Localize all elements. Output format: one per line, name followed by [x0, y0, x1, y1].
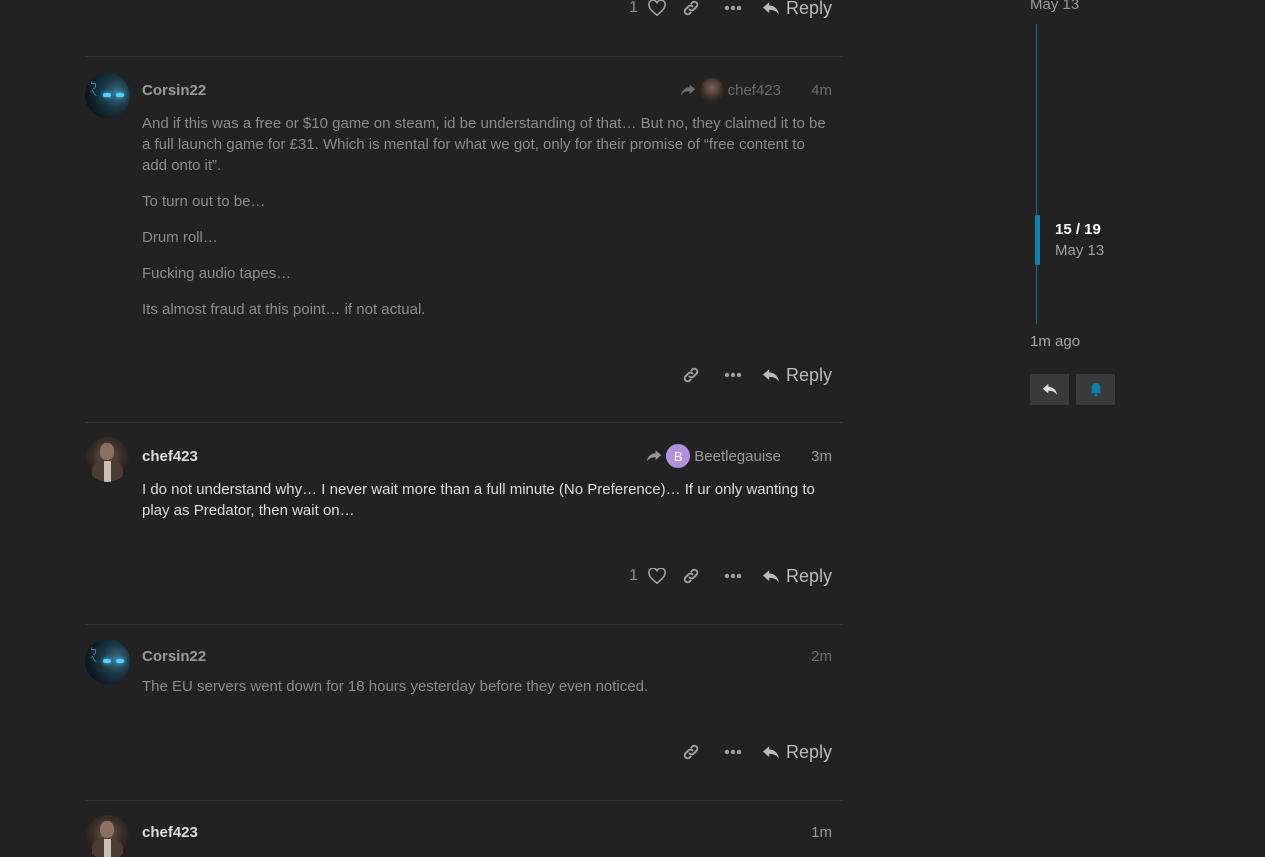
reply-button[interactable]: Reply [762, 0, 832, 19]
more-options-button[interactable] [712, 360, 754, 390]
post-body: And if this was a free or $10 game on st… [142, 113, 832, 335]
reply-label: Reply [785, 741, 832, 762]
more-options-button[interactable] [712, 737, 754, 767]
post-divider [85, 422, 843, 423]
username[interactable]: Corsin22 [142, 82, 206, 99]
post-date[interactable]: 2m [811, 648, 832, 665]
avatar-eye [103, 93, 111, 97]
post-actions: 1 Reply [85, 0, 843, 23]
more-options-button[interactable] [712, 561, 754, 591]
post-date[interactable]: 3m [811, 448, 832, 465]
post-chef423-2: chef423 B Beetlegauise 3m I do not under… [85, 431, 843, 611]
heart-icon [648, 568, 666, 584]
timeline-current-date: May 13 [1055, 242, 1105, 259]
avatar-glyphs: ㄅㄟ [89, 647, 98, 663]
post-body: The EU servers went down for 18 hours ye… [142, 676, 832, 712]
username[interactable]: Corsin22 [142, 648, 206, 665]
reply-label: Reply [785, 0, 832, 18]
reply-label: Reply [785, 364, 832, 385]
more-options-button[interactable] [712, 0, 754, 23]
link-icon [683, 744, 699, 760]
reply-to-username: Beetlegauise [694, 447, 781, 465]
timeline-reply-button[interactable] [1030, 374, 1069, 405]
ellipsis-icon [724, 573, 742, 579]
avatar-eye [116, 659, 124, 663]
share-arrow-icon [647, 450, 662, 462]
post-divider [85, 800, 843, 801]
post-date[interactable]: 1m [811, 824, 832, 841]
post-paragraph: To turn out to be… [142, 193, 266, 210]
reply-icon [1042, 383, 1057, 396]
post-body: I do not understand why… I never wait mo… [142, 479, 832, 536]
timeline-position: 15 / 19 [1055, 221, 1101, 238]
link-icon [683, 568, 699, 584]
username[interactable]: chef423 [142, 448, 198, 465]
post-paragraph: The EU servers went down for 18 hours ye… [142, 678, 649, 695]
like-button[interactable] [644, 561, 670, 591]
copy-link-button[interactable] [670, 737, 712, 767]
reply-icon [762, 1, 780, 15]
avatar[interactable] [85, 437, 130, 482]
avatar-figure [104, 839, 111, 857]
ellipsis-icon [724, 749, 742, 755]
username[interactable]: chef423 [142, 824, 198, 841]
copy-link-button[interactable] [670, 0, 712, 23]
bell-icon [1089, 382, 1102, 397]
avatar-figure [104, 461, 111, 482]
reply-to-avatar: B [666, 444, 691, 468]
reply-button[interactable]: Reply [762, 742, 832, 763]
reply-label: Reply [785, 565, 832, 586]
post-corsin22-1: ㄅㄟ Corsin22 chef423 4m And if this was a… [85, 65, 843, 405]
timeline-start-date[interactable]: May 13 [1030, 0, 1079, 13]
reply-to-tab[interactable]: chef423 [680, 78, 781, 102]
ellipsis-icon [724, 5, 742, 11]
post-actions: Reply [670, 737, 832, 767]
avatar-glyphs: ㄅㄟ [89, 81, 98, 97]
copy-link-button[interactable] [670, 561, 712, 591]
post-paragraph: Drum roll… [142, 229, 218, 246]
post-chef423-4: chef423 1m [85, 807, 843, 857]
reply-button[interactable]: Reply [762, 566, 832, 587]
post-paragraph: Its almost fraud at this point… if not a… [142, 301, 426, 318]
like-count: 1 [629, 0, 638, 16]
reply-icon [762, 569, 780, 583]
timeline-scroll-track[interactable] [1036, 24, 1037, 324]
post-paragraph: I do not understand why… I never wait mo… [142, 481, 815, 519]
reply-icon [762, 745, 780, 759]
avatar[interactable]: ㄅㄟ [85, 73, 130, 118]
avatar-eye [103, 659, 111, 663]
post-corsin22-3: ㄅㄟ Corsin22 2m The EU servers went down … [85, 631, 843, 791]
post-divider [85, 624, 843, 625]
topic-page: 1 Reply ㄅㄟ Corsin22 chef423 4m And if th… [0, 0, 1265, 857]
post-paragraph: And if this was a free or $10 game on st… [142, 115, 826, 174]
post-paragraph: Fucking audio tapes… [142, 265, 292, 282]
link-icon [683, 367, 699, 383]
avatar-eye [116, 93, 124, 97]
share-arrow-icon [680, 84, 695, 96]
post-actions: 1 Reply [629, 561, 832, 591]
reply-to-tab[interactable]: B Beetlegauise [646, 444, 781, 468]
post-actions: Reply [670, 360, 832, 390]
reply-to-username: chef423 [727, 81, 781, 99]
like-button[interactable] [644, 0, 670, 23]
like-count: 1 [629, 567, 638, 584]
reply-button[interactable]: Reply [762, 365, 832, 386]
post-date[interactable]: 4m [811, 82, 832, 99]
ellipsis-icon [724, 372, 742, 378]
notification-level-button[interactable] [1076, 374, 1115, 405]
copy-link-button[interactable] [670, 360, 712, 390]
heart-icon [648, 0, 666, 16]
reply-to-avatar [699, 78, 724, 102]
avatar-figure [100, 443, 114, 460]
link-icon [683, 0, 699, 16]
timeline-end-date[interactable]: 1m ago [1030, 333, 1080, 350]
avatar[interactable]: ㄅㄟ [85, 639, 130, 684]
avatar[interactable] [85, 815, 130, 857]
reply-icon [762, 368, 780, 382]
avatar-figure [100, 821, 114, 838]
timeline-scroll-handle[interactable] [1035, 215, 1040, 265]
post-divider [85, 56, 843, 57]
